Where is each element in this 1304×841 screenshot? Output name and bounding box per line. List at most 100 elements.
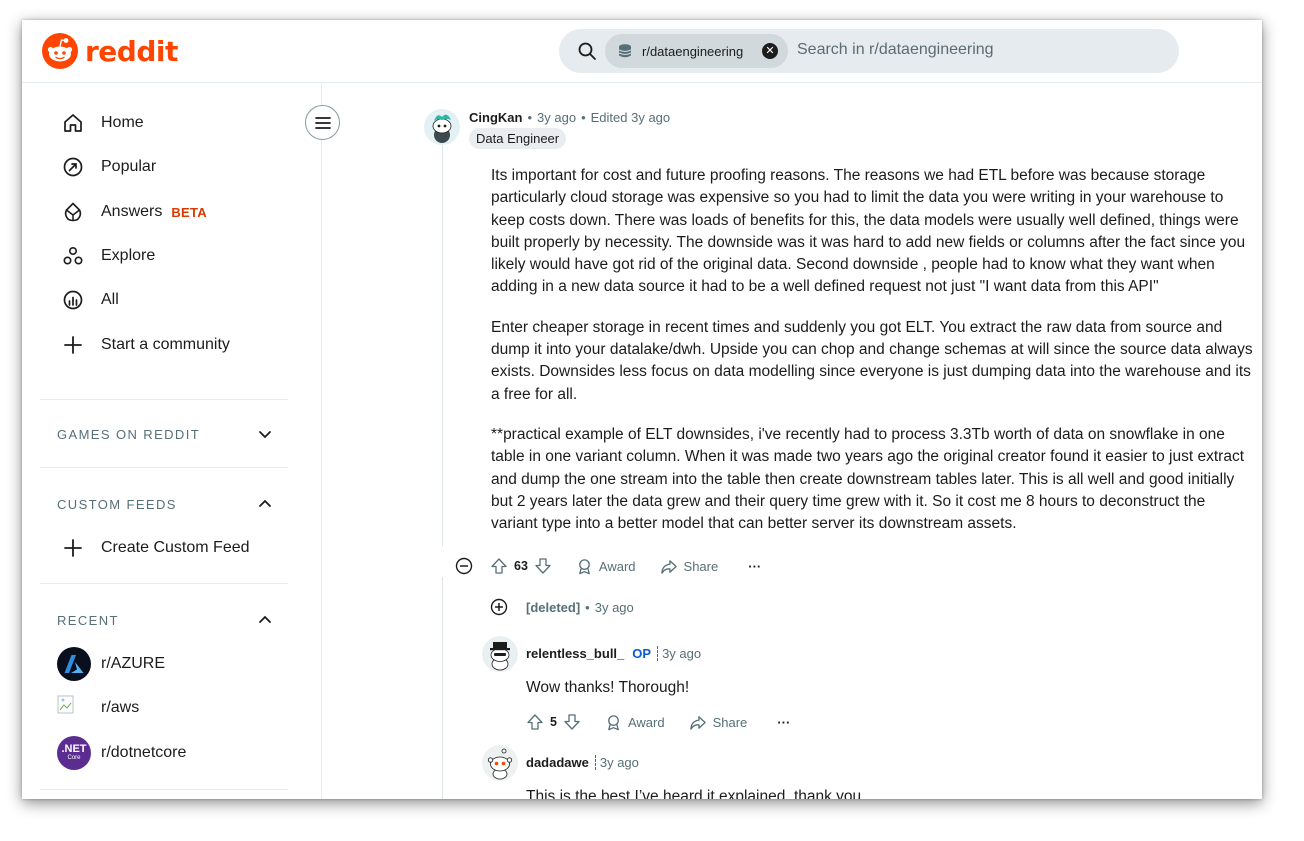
reddit-logo[interactable]: reddit <box>42 33 178 69</box>
meta-separator: • <box>585 600 590 615</box>
sidebar-divider <box>40 467 288 468</box>
left-sidebar: Home Popular Answers BETA Explore All St… <box>22 83 322 799</box>
sidebar-item-label: Explore <box>101 247 156 264</box>
comment-time[interactable]: 3y ago <box>657 646 701 661</box>
downvote-icon[interactable] <box>563 713 581 731</box>
more-options-icon[interactable]: ··· <box>748 559 761 574</box>
comment-meta: [deleted] • 3y ago <box>526 600 634 615</box>
more-options-icon[interactable]: ··· <box>777 715 790 730</box>
games-on-reddit-header[interactable]: GAMES ON REDDIT <box>57 424 273 444</box>
share-icon <box>660 559 677 574</box>
recent-item-label: r/AZURE <box>101 655 165 672</box>
share-button[interactable]: Share <box>660 558 719 575</box>
thread-line <box>442 141 443 546</box>
comment-body: This is the best I’ve heard it explained… <box>526 788 862 799</box>
thread-line <box>442 577 443 799</box>
home-icon <box>62 112 84 134</box>
comment-meta: CingKan • 3y ago • Edited 3y ago <box>469 110 670 125</box>
share-button[interactable]: Share <box>689 714 748 731</box>
all-icon <box>62 289 84 311</box>
comment-meta: relentless_bull_ OP 3y ago <box>526 646 701 661</box>
broken-image-icon <box>57 691 91 725</box>
sidebar-item-explore[interactable]: Explore <box>62 238 292 274</box>
plus-icon <box>62 334 84 356</box>
comment-author[interactable]: dadadawe <box>526 755 589 770</box>
expand-thread-icon[interactable] <box>490 598 508 616</box>
comment-paragraph: **practical example of ELT downsides, i'… <box>491 425 1244 533</box>
sidebar-divider <box>40 789 288 790</box>
azure-logo-icon <box>64 655 84 673</box>
comment-time[interactable]: 3y ago <box>537 110 576 125</box>
comment-time[interactable]: 3y ago <box>594 755 639 770</box>
sidebar-item-popular[interactable]: Popular <box>62 149 292 185</box>
search-bar[interactable]: r/dataengineering ✕ <box>559 29 1179 73</box>
section-title: GAMES ON REDDIT <box>57 426 201 442</box>
vote-score: 63 <box>514 559 528 573</box>
share-label: Share <box>712 714 748 730</box>
section-title: CUSTOM FEEDS <box>57 496 177 512</box>
snoo-avatar-icon <box>487 748 513 780</box>
comment-body: Its important for cost and future proofi… <box>491 165 1256 553</box>
custom-feeds-header[interactable]: CUSTOM FEEDS <box>57 494 273 514</box>
award-label: Award <box>598 558 636 574</box>
chevron-up-icon <box>259 615 271 623</box>
snoo-avatar-icon <box>432 114 452 143</box>
dotnet-avatar: .NET Core <box>57 736 91 770</box>
share-icon <box>689 715 706 730</box>
share-label: Share <box>683 558 719 574</box>
comment-author[interactable]: CingKan <box>469 110 522 125</box>
downvote-icon[interactable] <box>534 557 552 575</box>
browser-window: reddit r/dataengineering ✕ Search in r/d… <box>22 20 1262 799</box>
award-icon <box>608 714 619 730</box>
comment-edited: Edited 3y ago <box>590 110 671 125</box>
avatar[interactable] <box>482 745 518 781</box>
comment-author[interactable]: relentless_bull_ <box>526 646 624 661</box>
search-chip-label: r/dataengineering <box>642 43 744 59</box>
sidebar-item-all[interactable]: All <box>62 282 292 318</box>
comment-thread: CingKan • 3y ago • Edited 3y ago Data En… <box>322 83 1262 799</box>
comment-author: [deleted] <box>526 600 581 615</box>
award-label: Award <box>627 714 665 730</box>
avatar[interactable] <box>424 109 460 145</box>
award-icon <box>579 558 590 574</box>
explore-icon <box>62 245 84 267</box>
plus-icon <box>62 537 84 559</box>
logo-wordmark: reddit <box>85 34 178 68</box>
comment-time[interactable]: 3y ago <box>595 600 634 615</box>
collapse-thread-icon[interactable] <box>455 557 473 575</box>
sidebar-item-answers[interactable]: Answers BETA <box>62 194 292 230</box>
answers-icon <box>62 201 84 223</box>
recent-item-aws[interactable]: r/aws <box>57 689 287 727</box>
create-custom-feed-button[interactable]: Create Custom Feed <box>62 530 292 566</box>
award-button[interactable]: Award <box>576 558 636 575</box>
subreddit-icon <box>618 44 632 58</box>
upvote-icon[interactable] <box>526 713 544 731</box>
dotnet-avatar-subtext: Core <box>67 755 81 761</box>
search-icon <box>578 42 596 60</box>
recent-item-label: r/aws <box>101 699 140 716</box>
op-badge: OP <box>632 646 652 661</box>
top-bar: reddit r/dataengineering ✕ <box>22 20 1262 83</box>
chip-close-icon[interactable]: ✕ <box>762 43 778 59</box>
meta-separator: • <box>527 110 533 125</box>
search-input[interactable] <box>797 41 1147 59</box>
comment-body: Wow thanks! Thorough! <box>526 679 690 696</box>
avatar[interactable] <box>482 636 518 672</box>
recent-header[interactable]: RECENT <box>57 610 273 630</box>
sidebar-item-start-community[interactable]: Start a community <box>62 327 292 363</box>
award-button[interactable]: Award <box>605 714 665 731</box>
sidebar-divider <box>40 399 288 400</box>
azure-avatar <box>57 647 91 681</box>
subreddit-search-chip[interactable]: r/dataengineering ✕ <box>605 34 788 68</box>
comment-paragraph: Enter cheaper storage in recent times an… <box>491 318 1253 403</box>
comment-actions: 5 Award Share ··· <box>526 713 790 731</box>
sidebar-item-label: Answers <box>101 203 163 220</box>
section-title: RECENT <box>57 612 119 628</box>
recent-item-dotnetcore[interactable]: .NET Core r/dotnetcore <box>57 734 287 772</box>
sidebar-item-home[interactable]: Home <box>62 105 292 141</box>
vote-score: 5 <box>550 715 557 729</box>
upvote-icon[interactable] <box>490 557 508 575</box>
sidebar-item-label: Create Custom Feed <box>101 539 250 556</box>
recent-item-azure[interactable]: r/AZURE <box>57 645 287 683</box>
sidebar-item-label: Popular <box>101 158 157 175</box>
